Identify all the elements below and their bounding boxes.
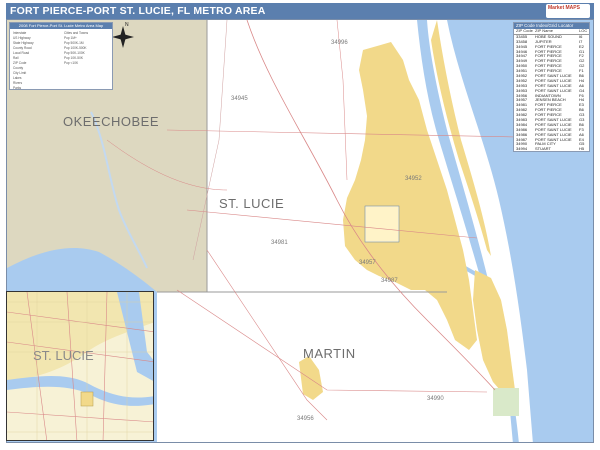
zip-table-header-loc: LOC — [579, 29, 588, 33]
zip-label: 34981 — [271, 240, 288, 246]
zip-code-index-table: ZIP Code Index/Grid Locator ZIP Code ZIP… — [513, 22, 590, 152]
legend-title: 2008 Fort Pierce-Port St. Lucie Metro Ar… — [10, 23, 112, 29]
legend-item: Parks — [13, 86, 22, 90]
legend-right-column: Cities and Towns Pop 1M+ Pop 500K-1M Pop… — [64, 31, 112, 66]
zip-label: 34952 — [405, 176, 422, 182]
legend-item: Pop <10K — [64, 61, 79, 65]
inset-highlight — [80, 391, 94, 407]
zip-table-body: 33455 HOBE SOUND I6 33458 JUPITER I7 34945 FORT… — [514, 35, 589, 151]
zip-label: 34945 — [231, 96, 248, 102]
map-title: FORT PIERCE-PORT ST. LUCIE, FL METRO ARE… — [10, 5, 266, 17]
title-bar: FORT PIERCE-PORT ST. LUCIE, FL METRO ARE… — [6, 3, 594, 19]
zip-table-header-name: ZIP Name — [535, 29, 553, 33]
zip-label: 34987 — [381, 278, 398, 284]
park-area — [493, 388, 519, 416]
highlight-block — [364, 205, 400, 243]
county-label-okeechobee: OKEECHOBEE — [63, 114, 159, 129]
map-page: FORT PIERCE-PORT ST. LUCIE, FL METRO ARE… — [0, 0, 600, 450]
zip-table-header-zip: ZIP Code — [516, 29, 533, 33]
publisher-logo: Market MAPS — [546, 4, 590, 18]
zip-label: 34957 — [359, 260, 376, 266]
zip-label: 34990 — [427, 396, 444, 402]
inset-map[interactable]: ST. LUCIE — [6, 291, 154, 441]
zip-label: 34996 — [331, 40, 348, 46]
inset-map-canvas: ST. LUCIE — [7, 292, 153, 440]
publisher-logo-text: Market MAPS — [548, 5, 580, 11]
inset-county-label: ST. LUCIE — [33, 348, 94, 363]
county-label-st-lucie: ST. LUCIE — [219, 196, 284, 211]
legend-left-column: Interstate US Highway State Highway Coun… — [13, 31, 61, 91]
compass-north-label: N — [125, 22, 129, 28]
county-label-martin: MARTIN — [303, 346, 356, 361]
zip-label: 34956 — [297, 416, 314, 422]
map-legend: 2008 Fort Pierce-Port St. Lucie Metro Ar… — [9, 22, 113, 90]
